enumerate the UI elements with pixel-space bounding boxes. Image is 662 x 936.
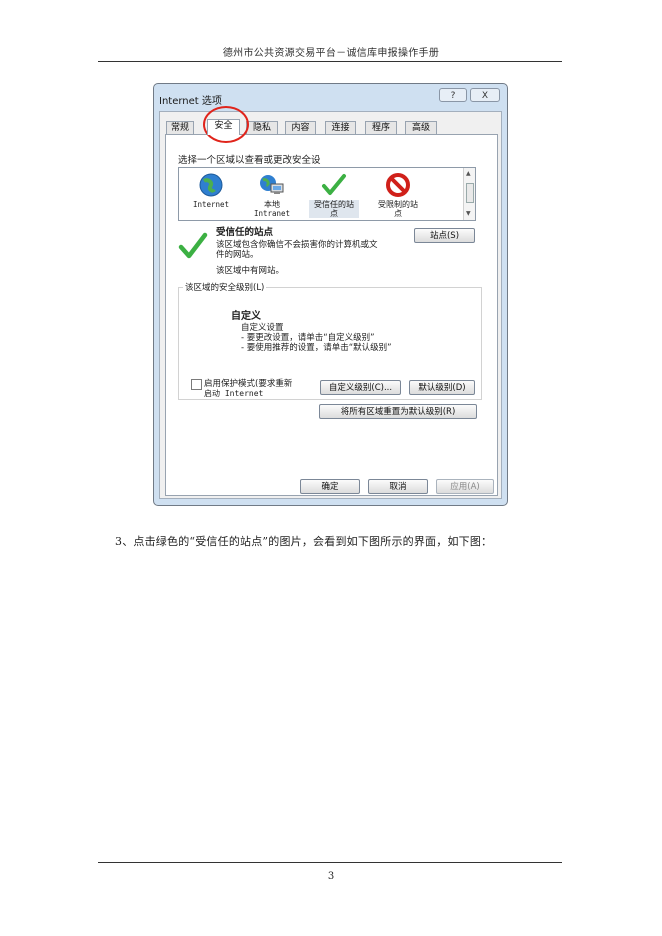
- reset-all-zones-button[interactable]: 将所有区域重置为默认级别(R): [319, 404, 477, 419]
- instruction-paragraph: 3、点击绿色的“受信任的站点”的图片，会看到如下图所示的界面，如下图：: [115, 535, 493, 548]
- protected-mode-label: 启动 Internet: [204, 389, 264, 398]
- zone-label: 受限制的站: [378, 200, 418, 209]
- zone-trusted-sites[interactable]: 受信任的站 点: [309, 172, 359, 218]
- scroll-thumb[interactable]: [466, 183, 474, 203]
- zone-label: 受信任的站: [309, 200, 359, 209]
- ok-button[interactable]: 确定: [300, 479, 360, 494]
- header-rule: [98, 61, 562, 62]
- large-check-icon: [178, 232, 208, 264]
- selected-zone-title: 受信任的站点: [216, 227, 274, 238]
- zone-prompt: 选择一个区域以查看或更改安全设: [178, 155, 321, 166]
- cancel-button[interactable]: 取消: [368, 479, 428, 494]
- custom-level-button[interactable]: 自定义级别(C)...: [320, 380, 401, 395]
- help-button[interactable]: ?: [439, 88, 467, 102]
- restricted-icon: [385, 172, 411, 198]
- tab-security[interactable]: 安全: [207, 119, 240, 135]
- selected-zone-desc: 件的网站。: [216, 250, 259, 260]
- close-button[interactable]: X: [470, 88, 500, 102]
- page-number: 3: [327, 871, 335, 882]
- scroll-up-arrow-icon[interactable]: ▲: [466, 170, 471, 177]
- page-header: 德州市公共资源交易平台－诚信库申报操作手册: [222, 48, 440, 59]
- zone-label: Internet: [192, 200, 230, 209]
- tab-programs[interactable]: 程序: [365, 121, 397, 134]
- zone-label: 点: [394, 209, 402, 218]
- tab-privacy[interactable]: 隐私: [246, 121, 278, 134]
- zone-label: 点: [309, 209, 359, 218]
- security-level-line: - 要使用推荐的设置，请单击“默认级别”: [241, 343, 392, 353]
- footer-rule: [98, 862, 562, 863]
- tab-advanced[interactable]: 高级: [405, 121, 437, 134]
- zone-label: 本地: [264, 200, 280, 209]
- check-icon: [321, 172, 347, 198]
- zone-list-scrollbar[interactable]: ▲ ▼: [463, 168, 475, 220]
- security-level-title: 自定义: [231, 311, 261, 322]
- zone-internet[interactable]: Internet: [186, 172, 236, 209]
- zone-local-intranet[interactable]: 本地 Intranet: [247, 172, 297, 218]
- globe-icon: [198, 172, 224, 198]
- apply-button[interactable]: 应用(A): [436, 479, 494, 494]
- zone-label: Intranet: [253, 209, 291, 218]
- sites-button[interactable]: 站点(S): [414, 228, 475, 243]
- selected-zone-desc: 该区域包含你确信不会损害你的计算机或文: [216, 240, 378, 250]
- tab-content[interactable]: 内容: [285, 121, 316, 134]
- scroll-down-arrow-icon[interactable]: ▼: [466, 210, 471, 217]
- dialog-title: Internet 选项: [159, 96, 222, 107]
- security-level-group-label: 该区域的安全级别(L): [183, 281, 267, 293]
- protected-mode-checkbox[interactable]: [191, 379, 202, 390]
- tab-connections[interactable]: 连接: [325, 121, 356, 134]
- intranet-icon: [259, 172, 285, 198]
- default-level-button[interactable]: 默认级别(D): [409, 380, 475, 395]
- selected-zone-desc: 该区域中有网站。: [216, 266, 285, 276]
- tab-general[interactable]: 常规: [166, 121, 194, 134]
- zone-list: Internet 本地 Intranet 受信任的站 点 受限制的站 点 ▲ ▼: [178, 167, 476, 221]
- zone-restricted-sites[interactable]: 受限制的站 点: [373, 172, 423, 218]
